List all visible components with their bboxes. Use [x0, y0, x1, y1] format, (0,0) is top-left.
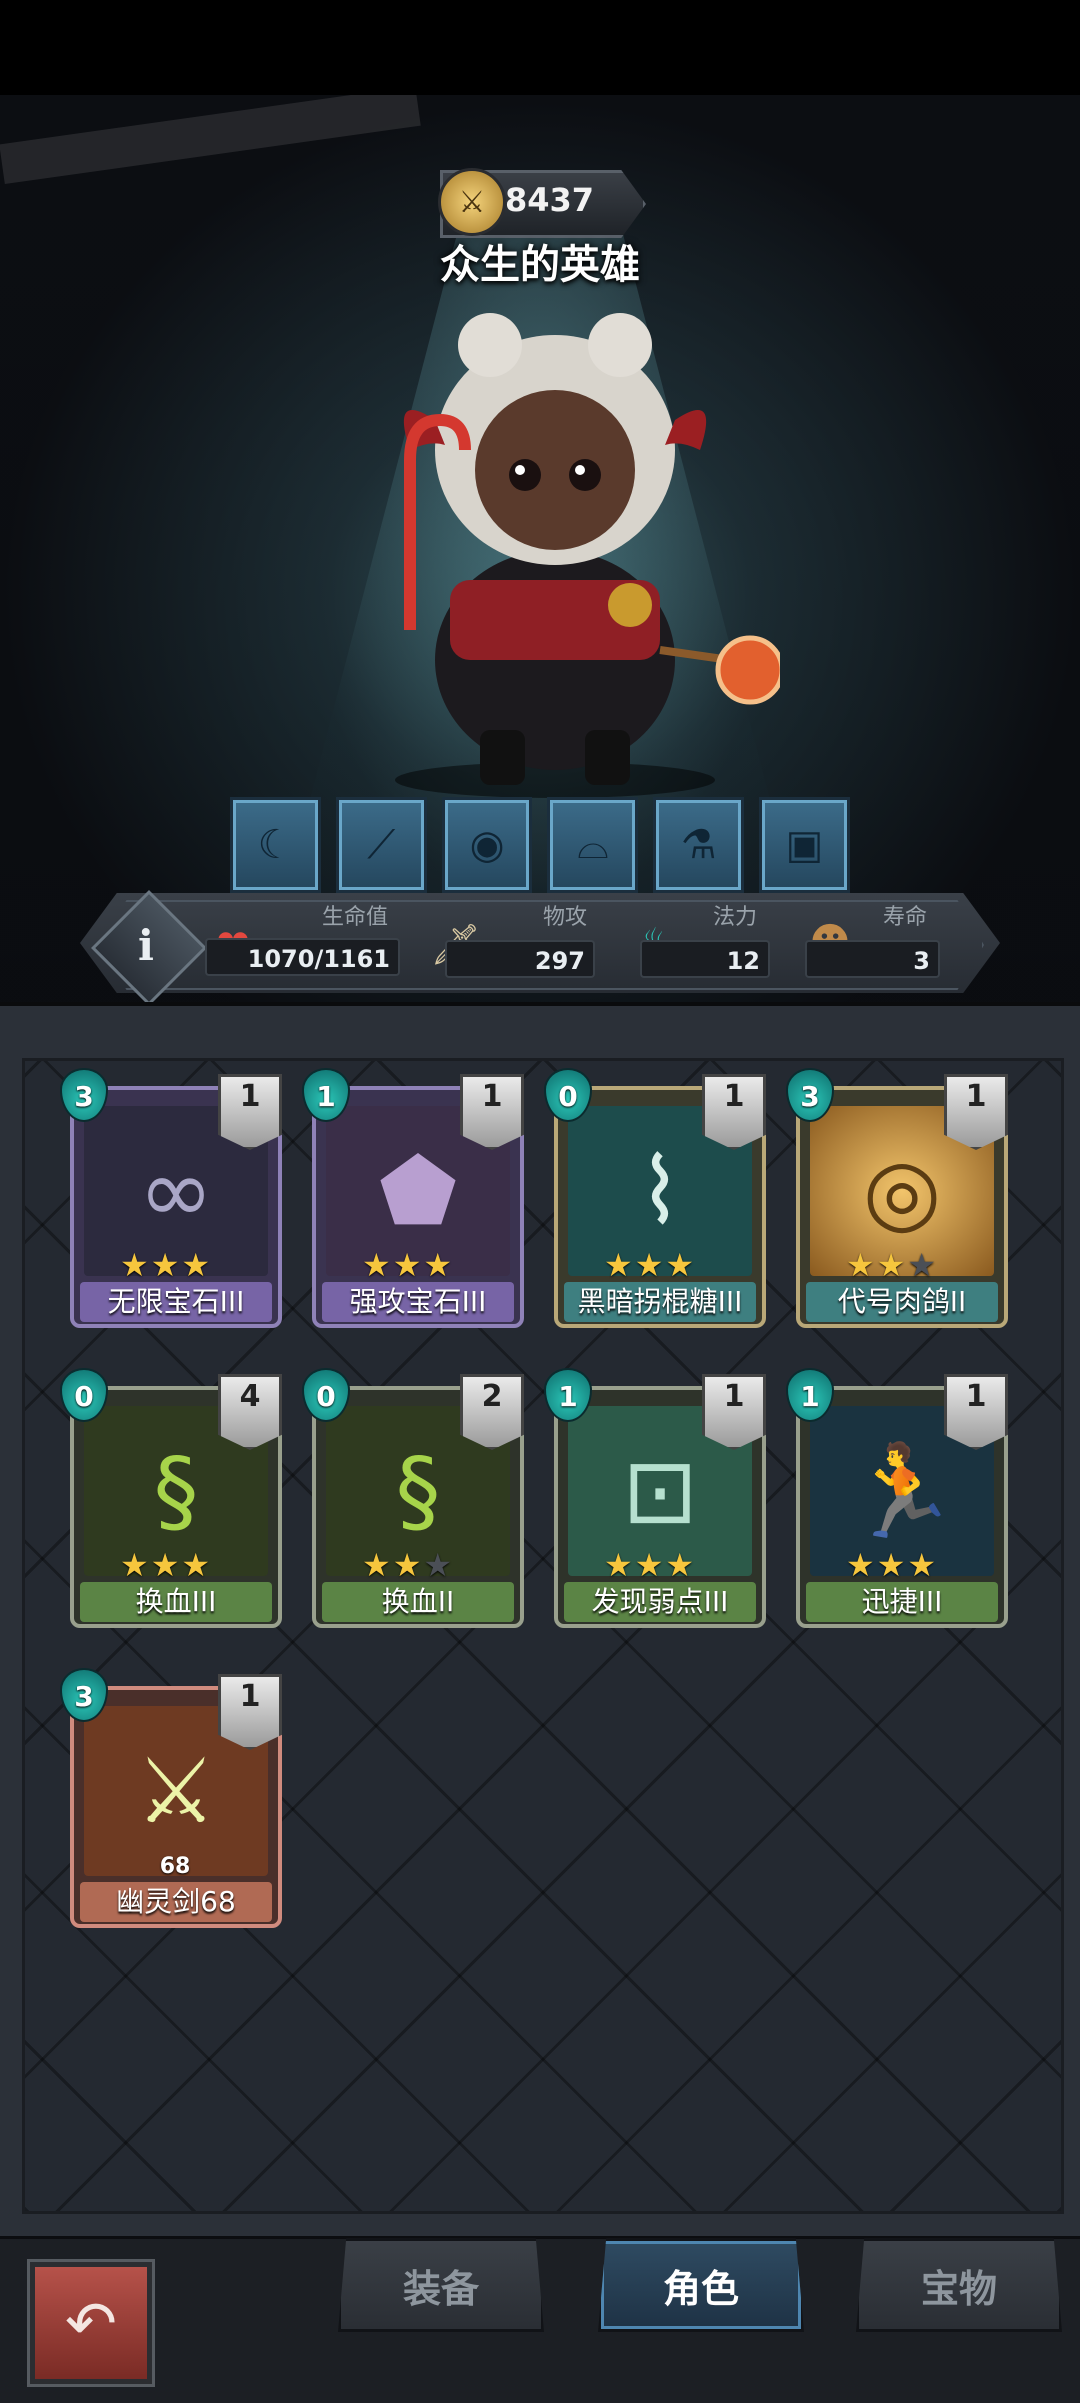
sword-shield-icon: ⚔	[438, 168, 506, 236]
attack-value: 297	[445, 940, 595, 978]
attack-label: 物攻	[542, 905, 587, 930]
right-eye	[569, 459, 601, 491]
card-level: 68	[159, 1854, 191, 1879]
card-count: 2	[460, 1374, 524, 1450]
hero-character[interactable]	[330, 300, 780, 800]
card-item[interactable]: ⊡ ★★★ 发现弱点III 1 1	[544, 1368, 766, 1630]
card-stars: ★★★	[604, 1246, 697, 1284]
status-bar	[0, 0, 1080, 95]
back-button[interactable]: ↶	[30, 2262, 152, 2384]
back-arrow-icon: ↶	[65, 2286, 117, 2360]
card-item[interactable]: ◎ ★★★ 代号肉鸽II 3 1	[786, 1068, 1008, 1330]
card-stars: ★★★	[846, 1246, 939, 1284]
card-stars: ★★★	[362, 1546, 455, 1584]
card-stars: ★★★	[120, 1246, 213, 1284]
card-count: 1	[460, 1074, 524, 1150]
card-count: 4	[218, 1374, 282, 1450]
card-count: 1	[218, 1074, 282, 1150]
bat-wing-icon[interactable]: ⌓	[547, 797, 639, 893]
card-name: 幽灵剑68	[80, 1882, 272, 1922]
hood-icon[interactable]: ☾	[230, 797, 321, 893]
card-stars: ★★★	[604, 1546, 697, 1584]
card-count: 1	[702, 1074, 766, 1150]
mana-label: 法力	[712, 905, 757, 930]
card-name: 换血II	[322, 1582, 514, 1622]
card-item[interactable]: ⚔ 68 幽灵剑68 3 1	[60, 1668, 282, 1930]
power-value: 8437	[505, 181, 595, 219]
left-eye	[509, 459, 541, 491]
hp-value: 1070/1161	[205, 938, 400, 976]
eye-icon[interactable]: ◉	[441, 797, 533, 893]
card-item[interactable]: § ★★★ 换血II 0 2	[302, 1368, 524, 1630]
mana-value: 12	[640, 940, 770, 978]
card-count: 1	[702, 1374, 766, 1450]
hp-label: 生命值	[321, 905, 388, 930]
card-stars: ★★★	[846, 1546, 939, 1584]
card-item[interactable]: ⬟ ★★★ 强攻宝石III 1 1	[302, 1068, 524, 1330]
card-name: 强攻宝石III	[322, 1282, 514, 1322]
lifespan-value: 3	[805, 940, 940, 978]
card-name: 发现弱点III	[564, 1582, 756, 1622]
blade-icon[interactable]: ⟋	[335, 797, 427, 893]
background-pipe	[0, 95, 421, 185]
card-count: 1	[944, 1074, 1008, 1150]
lifespan-label: 寿命	[882, 905, 927, 930]
potion-icon[interactable]: ⚗	[653, 797, 745, 893]
card-stars: ★★★	[120, 1546, 213, 1584]
card-count: 1	[218, 1674, 282, 1750]
card-name: 黑暗拐棍糖III	[564, 1282, 756, 1322]
card-item[interactable]: 🏃 ★★★ 迅捷III 1 1	[786, 1368, 1008, 1630]
face	[475, 390, 635, 550]
bell	[608, 583, 652, 627]
card-item[interactable]: § ★★★ 换血III 0 4	[60, 1368, 282, 1630]
card-name: 迅捷III	[806, 1582, 998, 1622]
info-icon[interactable]: i	[108, 907, 184, 983]
tab-character[interactable]: 角色	[598, 2238, 804, 2332]
card-item[interactable]: ⌇ ★★★ 黑暗拐棍糖III 0 1	[544, 1068, 766, 1330]
card-count: 1	[944, 1374, 1008, 1450]
card-name: 无限宝石III	[80, 1282, 272, 1322]
tab-equipment[interactable]: 装备	[338, 2238, 544, 2332]
box-icon[interactable]: ▣	[759, 797, 850, 893]
tab-treasure[interactable]: 宝物	[856, 2238, 1062, 2332]
card-stars: ★★★	[362, 1246, 455, 1284]
lollipop	[715, 635, 780, 705]
card-name: 代号肉鸽II	[806, 1282, 998, 1322]
skill-badge-row: ☾ ⟋ ◉ ⌓ ⚗ ▣	[230, 797, 850, 893]
hero-title: 众生的英雄	[440, 242, 640, 288]
card-item[interactable]: ∞ ★★★ 无限宝石III 3 1	[60, 1068, 282, 1330]
card-name: 换血III	[80, 1582, 272, 1622]
